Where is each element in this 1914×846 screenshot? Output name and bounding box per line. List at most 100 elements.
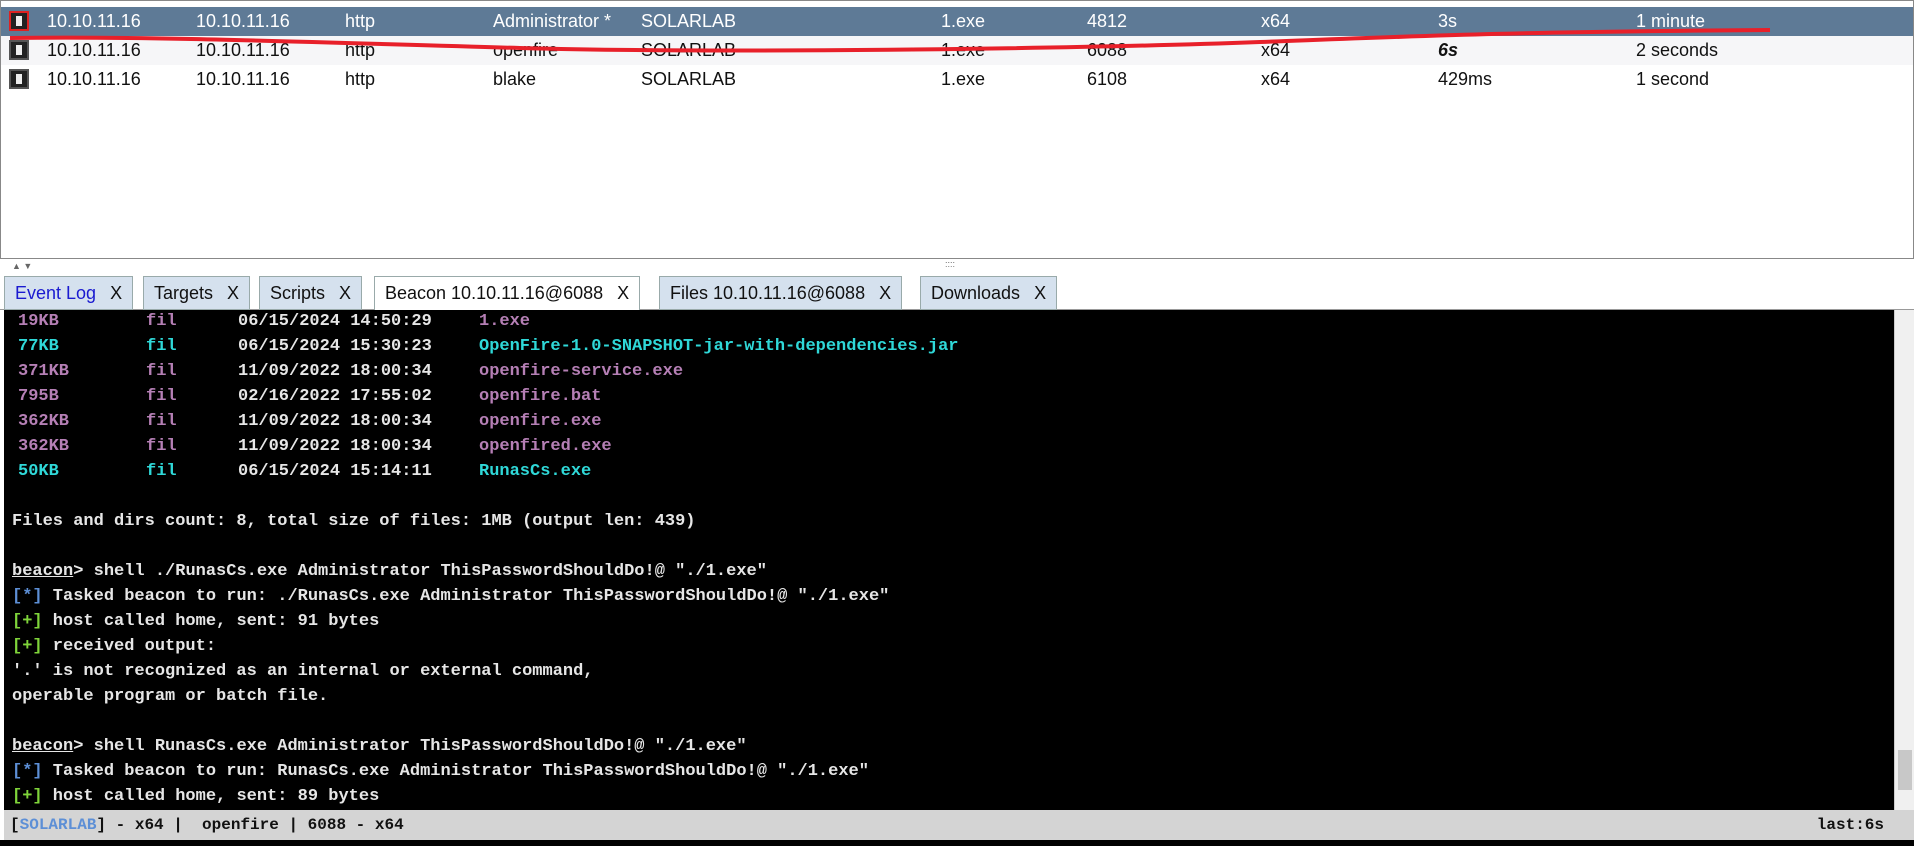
console-line: beacon> shell ./RunasCs.exe Administrato… xyxy=(12,562,767,581)
file-date: 06/15/2024 14:50:29 xyxy=(238,312,432,331)
file-name: openfired.exe xyxy=(479,437,612,456)
session-computer: SOLARLAB xyxy=(641,69,737,89)
file-size: 19KB xyxy=(18,312,59,331)
file-type: fil xyxy=(146,412,177,431)
tab-label: Downloads xyxy=(931,283,1021,303)
session-process: 1.exe xyxy=(941,69,986,89)
file-name: 1.exe xyxy=(479,312,531,331)
info-marker: [*] xyxy=(12,587,43,606)
file-type: fil xyxy=(146,312,177,331)
console-line: '.' is not recognized as an internal or … xyxy=(12,662,594,687)
session-last: 429ms xyxy=(1438,69,1493,89)
session-user: Administrator * xyxy=(493,11,612,31)
session-process: 1.exe xyxy=(941,11,986,31)
file-name: openfire.bat xyxy=(479,387,602,406)
checkin-text: host called home, sent: 89 bytes xyxy=(42,787,380,806)
prompt: beacon xyxy=(12,562,74,581)
beacon-console[interactable]: 19KB fil 06/15/2024 14:50:29 1.exe 77KB fil 06… xyxy=(4,310,1914,810)
console-line: [*] Tasked beacon to run: RunasCs.exe Ad… xyxy=(12,762,869,787)
tab-beacon[interactable]: Beacon 10.10.11.16@6088 X xyxy=(374,276,641,311)
file-size: 795B xyxy=(18,387,59,406)
beacon-session-icon xyxy=(9,69,29,89)
close-tab-icon[interactable]: X xyxy=(879,283,891,303)
session-pid: 6088 xyxy=(1087,40,1128,60)
close-tab-icon[interactable]: X xyxy=(110,283,122,303)
output-text: received output: xyxy=(42,637,217,656)
session-row[interactable]: 10.10.11.16 10.10.11.16 http blake SOLARLAB 1… xyxy=(1,65,1913,94)
session-external: 10.10.11.16 xyxy=(47,40,141,60)
session-sleep: 1 second xyxy=(1636,69,1710,89)
session-process: 1.exe xyxy=(941,40,986,60)
console-line: Files and dirs count: 8, total size of f… xyxy=(12,512,696,537)
task-text: Tasked beacon to run: ./RunasCs.exe Admi… xyxy=(42,587,890,606)
session-external: 10.10.11.16 xyxy=(47,69,141,89)
summary: Files and dirs count: 8, total size of f… xyxy=(12,512,696,531)
status-info: - x64 | openfire | 6088 - x64 xyxy=(106,816,404,834)
session-arch: x64 xyxy=(1261,40,1291,60)
file-type: fil xyxy=(146,462,177,481)
tab-scripts[interactable]: Scripts X xyxy=(259,276,363,310)
success-marker: [+] xyxy=(12,787,43,806)
success-marker: [+] xyxy=(12,612,43,631)
session-arch: x64 xyxy=(1261,11,1291,31)
close-tab-icon[interactable]: X xyxy=(227,283,239,303)
session-last: 3s xyxy=(1438,11,1458,31)
close-tab-icon[interactable]: X xyxy=(617,283,629,303)
collapse-arrows-icon[interactable]: ▲ ▼ xyxy=(12,261,32,271)
file-date: 06/15/2024 15:14:11 xyxy=(238,462,432,481)
prompt: beacon xyxy=(12,737,74,756)
close-tab-icon[interactable]: X xyxy=(339,283,351,303)
session-computer: SOLARLAB xyxy=(641,40,737,60)
tab-label: Beacon 10.10.11.16@6088 xyxy=(385,283,604,303)
file-type: fil xyxy=(146,337,177,356)
session-row[interactable]: 10.10.11.16 10.10.11.16 http openfire SOLARL… xyxy=(1,36,1913,65)
drag-handle-icon[interactable]: :::: xyxy=(945,259,955,269)
session-listener: http xyxy=(345,11,376,31)
scrollbar-thumb[interactable] xyxy=(1898,750,1912,790)
session-sleep: 2 seconds xyxy=(1636,40,1719,60)
file-type: fil xyxy=(146,437,177,456)
tab-label: Files 10.10.11.16@6088 xyxy=(670,283,866,303)
file-size: 362KB xyxy=(18,437,70,456)
scrollbar[interactable] xyxy=(1894,310,1914,810)
file-type: fil xyxy=(146,362,177,381)
file-size: 371KB xyxy=(18,362,70,381)
tab-label: Targets xyxy=(154,283,214,303)
session-listener: http xyxy=(345,40,376,60)
console-line: [*] Tasked beacon to run: ./RunasCs.exe … xyxy=(12,587,889,612)
session-listener: http xyxy=(345,69,376,89)
file-size: 50KB xyxy=(18,462,59,481)
file-size: 362KB xyxy=(18,412,70,431)
tab-bar: Event Log X Targets X Scripts X Beacon 10.10.1… xyxy=(0,276,1914,311)
status-last: last:6s xyxy=(1816,816,1884,834)
sessions-table: 10.10.11.16 10.10.11.16 http Administrator … xyxy=(0,0,1914,259)
session-row[interactable]: 10.10.11.16 10.10.11.16 http Administrator … xyxy=(1,7,1913,36)
task-text: Tasked beacon to run: RunasCs.exe Admini… xyxy=(42,762,869,781)
tab-label: Scripts xyxy=(270,283,326,303)
close-tab-icon[interactable]: X xyxy=(1034,283,1046,303)
tab-targets[interactable]: Targets X xyxy=(143,276,251,310)
splitter[interactable]: ▲ ▼:::: xyxy=(0,259,1914,276)
command: shell RunasCs.exe Administrator ThisPass… xyxy=(83,737,747,756)
tab-label: Event Log xyxy=(15,283,97,303)
session-internal: 10.10.11.16 xyxy=(196,40,290,60)
console-line: [+] host called home, sent: 91 bytes xyxy=(12,612,379,637)
session-pid: 4812 xyxy=(1087,11,1128,31)
beacon-session-icon xyxy=(9,40,29,60)
session-computer: SOLARLAB xyxy=(641,11,737,31)
tab-files[interactable]: Files 10.10.11.16@6088 X xyxy=(659,276,903,310)
file-date: 11/09/2022 18:00:34 xyxy=(238,412,432,431)
file-date: 06/15/2024 15:30:23 xyxy=(238,337,432,356)
session-external: 10.10.11.16 xyxy=(47,11,141,31)
file-name: openfire-service.exe xyxy=(479,362,684,381)
status-computer: SOLARLAB xyxy=(19,816,97,834)
session-internal: 10.10.11.16 xyxy=(196,69,290,89)
tab-downloads[interactable]: Downloads X xyxy=(920,276,1058,310)
console-line: operable program or batch file. xyxy=(12,687,328,712)
file-name: RunasCs.exe xyxy=(479,462,592,481)
session-sleep: 1 minute xyxy=(1636,11,1706,31)
session-user: openfire xyxy=(493,40,559,60)
session-pid: 6108 xyxy=(1087,69,1128,89)
file-date: 11/09/2022 18:00:34 xyxy=(238,437,432,456)
tab-event[interactable]: Event Log X xyxy=(4,276,134,310)
